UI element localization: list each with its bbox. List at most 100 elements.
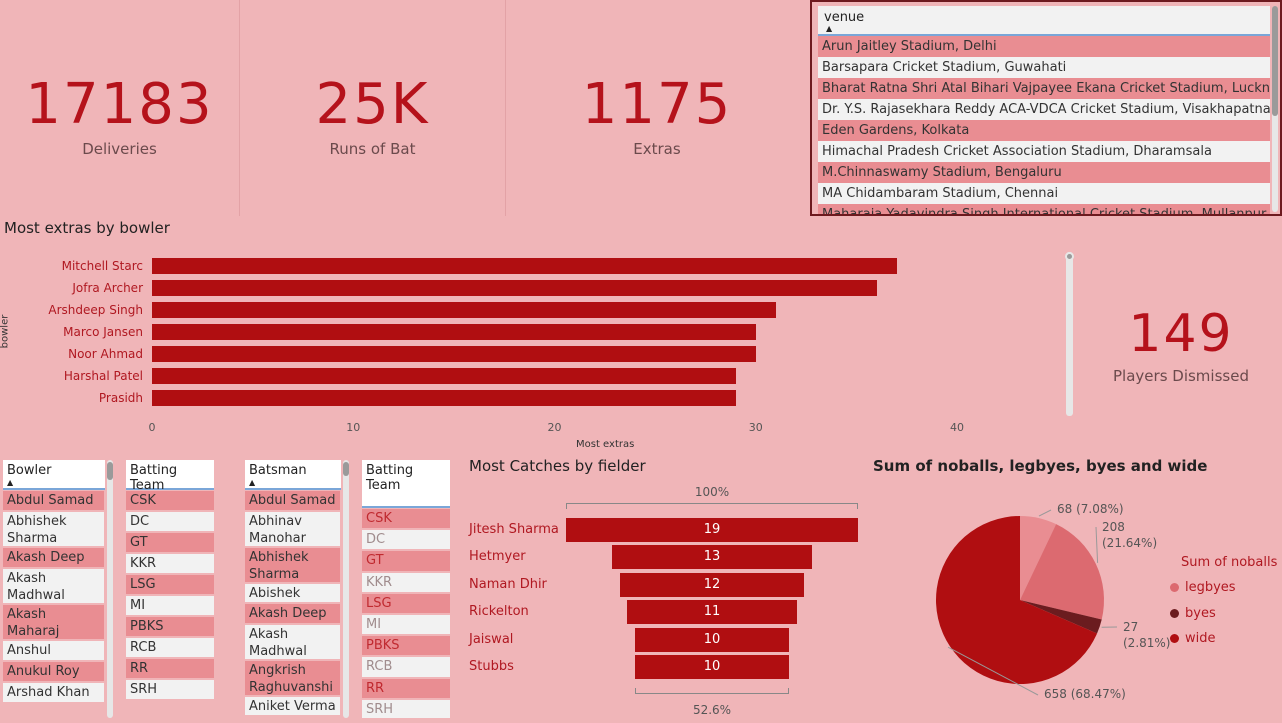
venue-item[interactable]: MA Chidambaram Stadium, Chennai (818, 183, 1270, 204)
batting-team-slicer-header[interactable]: Batting Team (362, 460, 450, 508)
venue-item[interactable]: Arun Jaitley Stadium, Delhi (818, 36, 1270, 57)
scroll-handle-icon[interactable] (1065, 252, 1074, 261)
kpi-label: Runs of Bat (329, 140, 416, 158)
venue-item[interactable]: Maharaja Yadavindra Singh International … (818, 204, 1270, 214)
kpi-value: 149 (1128, 304, 1234, 364)
batsman-scrollbar-thumb[interactable] (343, 462, 349, 476)
batting-team-item[interactable]: RCB (362, 657, 450, 677)
bowler-item[interactable]: Abdul Samad (3, 491, 104, 510)
funnel-bar[interactable]: 13 (612, 545, 812, 570)
funnel-bar[interactable]: 19 (566, 518, 858, 542)
funnel-bar[interactable]: 10 (635, 655, 789, 679)
venue-header-label: venue (824, 10, 865, 25)
sort-ascending-icon[interactable]: ▲ (826, 24, 832, 33)
bowler-scrollbar[interactable] (107, 460, 113, 718)
bowler-item[interactable]: Arshad Khan (3, 683, 104, 702)
funnel-category-label: Stubbs (469, 659, 514, 674)
funnel-bar[interactable]: 11 (627, 600, 797, 625)
venue-slicer-header[interactable]: venue ▲ (818, 6, 1270, 36)
venue-item[interactable]: Barsapara Cricket Stadium, Guwahati (818, 57, 1270, 78)
batsman-item[interactable]: Aniket Verma (245, 696, 340, 715)
batting-team-item[interactable]: RCB (126, 638, 214, 657)
batting-team-item[interactable]: PBKS (126, 617, 214, 636)
kpi-value: 25K (315, 72, 430, 137)
venue-slicer[interactable]: venue ▲ Arun Jaitley Stadium, Delhi Barsa… (810, 0, 1282, 216)
batsman-item[interactable]: Akash Deep (245, 604, 340, 623)
bowler-item[interactable]: Akash Maharaj Singh (3, 605, 104, 639)
funnel-bar[interactable]: 12 (619, 572, 805, 597)
batting-team-item[interactable]: LSG (362, 593, 450, 613)
batting-team-item[interactable]: GT (362, 551, 450, 571)
pie-legend-item[interactable]: legbyes (1170, 580, 1236, 595)
batsman-item[interactable]: Abishek Porel (245, 583, 340, 602)
extras-bar[interactable] (152, 324, 756, 340)
batsman-item[interactable]: Akash Madhwal (245, 624, 340, 659)
pie-legend-item[interactable]: byes (1170, 606, 1216, 621)
x-tick-label: 20 (547, 421, 562, 434)
batting-team-item[interactable]: LSG (126, 575, 214, 594)
batting-team-slicer-header[interactable]: Batting Team (126, 460, 214, 493)
extras-chart-scrollbar[interactable] (1065, 252, 1074, 416)
legend-label: byes (1185, 605, 1216, 621)
funnel-category-label: Jaiswal (469, 631, 514, 647)
x-tick-label: 0 (148, 421, 156, 434)
extras-bar[interactable] (152, 390, 736, 406)
sort-ascending-icon[interactable]: ▲ (249, 478, 255, 487)
batsman-scrollbar[interactable] (343, 460, 349, 718)
batting-team-item[interactable]: DC (126, 512, 214, 531)
venue-item[interactable]: M.Chinnaswamy Stadium, Bengaluru (818, 162, 1270, 183)
extras-bar[interactable] (152, 258, 897, 274)
batting-team-header-label: Batting Team (366, 463, 414, 493)
batting-team-slicer-1[interactable]: Batting Team CSK DC GT KKR LSG MI PBKS RCB RR SRH (126, 460, 216, 710)
bowler-slicer[interactable]: Bowler ▲ Abdul Samad Abhishek Sharma Akash… (3, 460, 115, 718)
batsman-slicer[interactable]: Batsman ▲ Abdul Samad Abhinav Manohar Abhi… (245, 460, 353, 718)
batting-team-item[interactable]: MI (362, 615, 450, 635)
funnel-category-label: Jitesh Sharma (469, 522, 559, 537)
batting-team-item[interactable]: PBKS (362, 636, 450, 656)
batting-team-item[interactable]: GT (126, 533, 214, 552)
batsman-item[interactable]: Angkrish Raghuvanshi (245, 660, 340, 695)
bowler-scrollbar-thumb[interactable] (107, 462, 113, 480)
venue-item[interactable]: Dr. Y.S. Rajasekhara Reddy ACA-VDCA Cric… (818, 99, 1270, 120)
venue-item[interactable]: Himachal Pradesh Cricket Association Sta… (818, 141, 1270, 162)
bar-category-label: Marco Jansen (63, 325, 143, 339)
venue-scrollbar-thumb[interactable] (1272, 6, 1278, 116)
bowler-slicer-header[interactable]: Bowler ▲ (3, 460, 105, 490)
extras-bar[interactable] (152, 302, 776, 318)
batsman-item[interactable]: Abdul Samad (245, 491, 340, 510)
pie-legend-item[interactable]: wide (1170, 631, 1216, 646)
kpi-card-deliveries: 17183 Deliveries (0, 0, 239, 216)
batting-team-item[interactable]: RR (362, 678, 450, 698)
batting-team-item[interactable]: SRH (362, 699, 450, 718)
bowler-item[interactable]: Abhishek Sharma (3, 512, 104, 546)
bowler-item[interactable]: Akash Deep (3, 548, 104, 567)
funnel-bar[interactable]: 10 (635, 627, 789, 652)
extras-bar[interactable] (152, 368, 736, 384)
batsman-item[interactable]: Abhishek Sharma (245, 547, 340, 582)
extras-pie-chart (936, 509, 1118, 696)
batting-team-item[interactable]: DC (362, 530, 450, 550)
batting-team-item[interactable]: CSK (126, 491, 214, 510)
venue-item[interactable]: Bharat Ratna Shri Atal Bihari Vajpayee E… (818, 78, 1270, 99)
batting-team-header-label: Batting Team (130, 463, 178, 493)
batting-team-item[interactable]: MI (126, 596, 214, 615)
extras-bar[interactable] (152, 280, 877, 296)
batting-team-slicer-2[interactable]: Batting Team CSK DC GT KKR LSG MI PBKS RCB RR SRH (362, 460, 452, 718)
bowler-item[interactable]: Akash Madhwal (3, 569, 104, 603)
legend-swatch-icon (1170, 583, 1179, 592)
batsman-item[interactable]: Abhinav Manohar (245, 511, 340, 546)
extras-bar[interactable] (152, 346, 756, 362)
batting-team-item[interactable]: KKR (362, 572, 450, 592)
venue-scrollbar[interactable] (1272, 6, 1278, 212)
legend-label: legbyes (1185, 580, 1236, 595)
batting-team-item[interactable]: RR (126, 659, 214, 678)
batting-team-item[interactable]: KKR (126, 554, 214, 573)
batting-team-item[interactable]: CSK (362, 509, 450, 529)
bowler-item[interactable]: Anukul Roy (3, 662, 104, 681)
sort-ascending-icon[interactable]: ▲ (7, 478, 13, 487)
venue-item[interactable]: Eden Gardens, Kolkata (818, 120, 1270, 141)
batsman-slicer-header[interactable]: Batsman ▲ (245, 460, 341, 490)
kpi-label: Deliveries (82, 140, 157, 158)
batting-team-item[interactable]: SRH (126, 680, 214, 699)
bowler-item[interactable]: Anshul Kamboj (3, 641, 104, 660)
